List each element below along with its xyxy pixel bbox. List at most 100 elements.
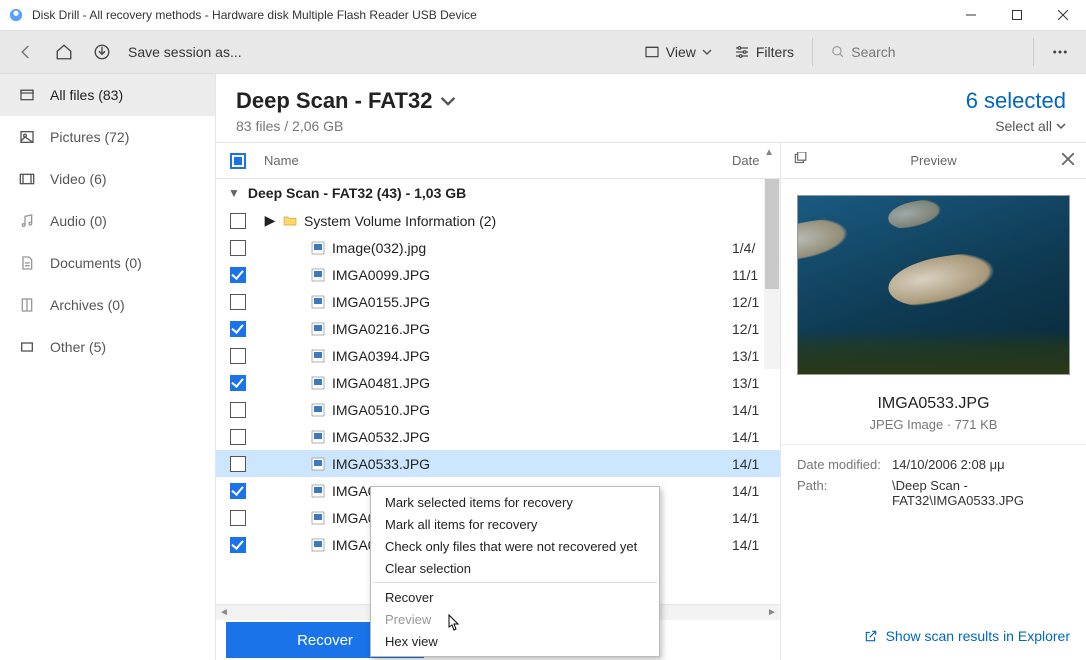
preview-panel: Preview IMGA0533.JPG JPEG Image · 771 KB…	[780, 143, 1086, 660]
sort-arrow-icon: ▲	[764, 147, 774, 158]
maximize-button[interactable]	[994, 0, 1040, 30]
sidebar-icon	[18, 87, 36, 103]
divider	[1033, 38, 1034, 66]
file-date: 14/1	[732, 537, 780, 553]
image-file-icon	[308, 348, 328, 364]
context-menu-separator	[373, 582, 657, 583]
toolbar: Save session as... View Filters	[0, 30, 1086, 74]
expand-icon[interactable]: ▶	[260, 212, 280, 229]
folder-icon	[280, 213, 300, 229]
filters-button[interactable]: Filters	[726, 36, 802, 68]
row-checkbox[interactable]	[230, 321, 246, 337]
file-row[interactable]: IMGA0481.JPG13/1	[216, 369, 780, 396]
sidebar-icon	[18, 339, 36, 355]
context-menu-item[interactable]: Mark selected items for recovery	[371, 491, 659, 513]
image-file-icon	[308, 240, 328, 256]
file-row[interactable]: IMGA0532.JPG14/1	[216, 423, 780, 450]
preview-title: Preview	[910, 153, 956, 168]
context-menu: Mark selected items for recoveryMark all…	[370, 486, 660, 657]
row-checkbox[interactable]	[230, 537, 246, 553]
context-menu-item[interactable]: Hex view	[371, 630, 659, 652]
column-header: Name Date ▲	[216, 143, 780, 179]
row-checkbox[interactable]	[230, 213, 246, 229]
row-checkbox[interactable]	[230, 348, 246, 364]
row-checkbox[interactable]	[230, 510, 246, 526]
sidebar-item-label: Video (6)	[50, 171, 107, 187]
sidebar-item-label: Other (5)	[50, 339, 106, 355]
select-all-button[interactable]: Select all	[966, 118, 1066, 134]
image-file-icon	[308, 321, 328, 337]
sidebar-item[interactable]: Pictures (72)	[0, 116, 215, 158]
column-name[interactable]: Name	[260, 153, 732, 168]
file-name: IMGA0099.JPG	[328, 267, 732, 283]
sidebar: All files (83) Pictures (72) Video (6) Audi…	[0, 74, 216, 660]
sidebar-item[interactable]: Video (6)	[0, 158, 215, 200]
search-icon	[831, 44, 845, 60]
scan-title: Deep Scan - FAT32	[236, 88, 432, 114]
context-menu-item[interactable]: Clear selection	[371, 557, 659, 579]
image-file-icon	[308, 402, 328, 418]
sidebar-item-label: All files (83)	[50, 87, 123, 103]
sidebar-item[interactable]: Audio (0)	[0, 200, 215, 242]
row-checkbox[interactable]	[230, 483, 246, 499]
back-button[interactable]	[10, 36, 42, 68]
context-menu-item[interactable]: Mark all items for recovery	[371, 513, 659, 535]
file-name: IMGA0481.JPG	[328, 375, 732, 391]
file-row[interactable]: IMGA0533.JPG14/1	[216, 450, 780, 477]
chevron-down-icon[interactable]	[440, 93, 456, 109]
sidebar-item[interactable]: All files (83)	[0, 74, 215, 116]
popout-icon[interactable]	[793, 152, 807, 169]
save-session-label[interactable]: Save session as...	[128, 44, 242, 60]
file-row[interactable]: IMGA0510.JPG14/1	[216, 396, 780, 423]
row-checkbox[interactable]	[230, 429, 246, 445]
save-session-button[interactable]	[86, 36, 118, 68]
row-checkbox[interactable]	[230, 267, 246, 283]
file-row[interactable]: Image(032).jpg1/4/	[216, 234, 780, 261]
file-row[interactable]: IMGA0394.JPG13/1	[216, 342, 780, 369]
file-row[interactable]: IMGA0216.JPG12/1	[216, 315, 780, 342]
context-menu-item: Preview	[371, 608, 659, 630]
file-name: Image(032).jpg	[328, 240, 732, 256]
row-checkbox[interactable]	[230, 294, 246, 310]
row-checkbox[interactable]	[230, 375, 246, 391]
sidebar-item[interactable]: Archives (0)	[0, 284, 215, 326]
minimize-button[interactable]	[948, 0, 994, 30]
row-checkbox[interactable]	[230, 456, 246, 472]
file-name: IMGA0510.JPG	[328, 402, 732, 418]
meta-date-value: 14/10/2006 2:08 μμ	[892, 457, 1070, 472]
group-row[interactable]: ▼ Deep Scan - FAT32 (43) - 1,03 GB	[216, 179, 780, 207]
file-date: 14/1	[732, 402, 780, 418]
more-button[interactable]	[1044, 36, 1076, 68]
cursor-icon	[442, 614, 460, 639]
close-preview-button[interactable]	[1062, 153, 1074, 168]
home-button[interactable]	[48, 36, 80, 68]
context-menu-item[interactable]: Recover	[371, 586, 659, 608]
view-dropdown[interactable]: View	[636, 36, 720, 68]
select-all-checkbox[interactable]	[230, 153, 246, 169]
sidebar-item-label: Audio (0)	[50, 213, 107, 229]
file-date: 14/1	[732, 456, 780, 472]
filters-label: Filters	[756, 44, 794, 60]
file-row[interactable]: IMGA0099.JPG11/1	[216, 261, 780, 288]
sidebar-item[interactable]: Other (5)	[0, 326, 215, 368]
search-input[interactable]	[851, 44, 1015, 60]
row-checkbox[interactable]	[230, 240, 246, 256]
window-title: Disk Drill - All recovery methods - Hard…	[32, 8, 477, 22]
image-file-icon	[308, 267, 328, 283]
search-field[interactable]	[823, 36, 1023, 68]
sidebar-item[interactable]: Documents (0)	[0, 242, 215, 284]
show-in-explorer-link[interactable]: Show scan results in Explorer	[781, 616, 1086, 660]
file-row[interactable]: IMGA0155.JPG12/1	[216, 288, 780, 315]
preview-image	[797, 195, 1070, 375]
close-button[interactable]	[1040, 0, 1086, 30]
app-icon	[8, 7, 24, 23]
vertical-scrollbar[interactable]	[764, 179, 780, 369]
file-row[interactable]: ▶System Volume Information (2)	[216, 207, 780, 234]
image-file-icon	[308, 483, 328, 499]
collapse-icon[interactable]: ▼	[228, 186, 240, 200]
context-menu-item[interactable]: Check only files that were not recovered…	[371, 535, 659, 557]
preview-filename: IMGA0533.JPG	[793, 395, 1074, 413]
image-file-icon	[308, 375, 328, 391]
selected-count: 6 selected	[966, 88, 1066, 114]
row-checkbox[interactable]	[230, 402, 246, 418]
